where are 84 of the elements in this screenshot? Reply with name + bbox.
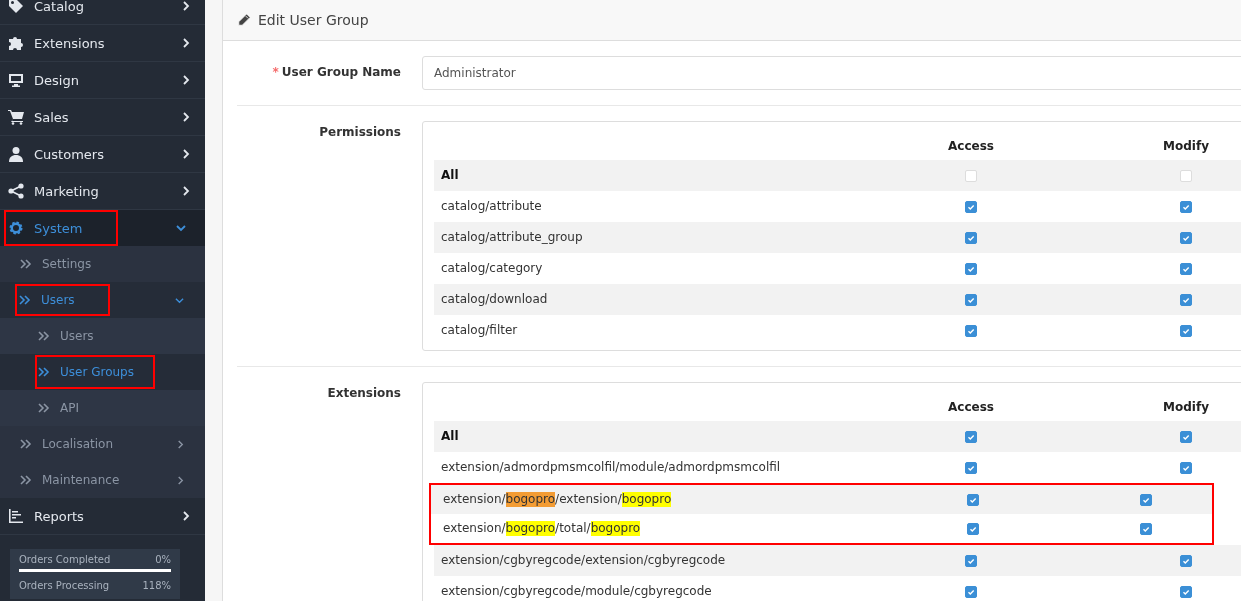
modify-checkbox[interactable]: [1180, 554, 1192, 567]
monitor-icon: [8, 72, 24, 88]
field-label: Permissions: [319, 125, 401, 139]
column-header: Access: [947, 138, 995, 153]
permission-name: catalog/category: [440, 261, 544, 276]
double-chevron-icon: [38, 331, 50, 341]
modify-checkbox[interactable]: [1180, 430, 1192, 443]
sidebar-item[interactable]: Extensions: [0, 25, 205, 61]
permission-name: All: [440, 168, 460, 183]
stat-label: Orders Completed: [19, 554, 111, 565]
chevron-right-icon: [181, 1, 191, 11]
double-chevron-icon: [19, 295, 31, 305]
access-checkbox[interactable]: [965, 324, 977, 337]
submenu-item[interactable]: Localisation: [0, 428, 205, 460]
access-checkbox[interactable]: [965, 585, 977, 598]
chevron-down-icon: [175, 295, 184, 305]
permission-name: All: [440, 429, 460, 444]
panel-title: Edit User Group: [258, 12, 369, 28]
submenu-item[interactable]: API: [0, 391, 87, 425]
access-checkbox[interactable]: [967, 493, 979, 506]
submenu-item[interactable]: Maintenance: [0, 464, 205, 496]
permission-name: catalog/download: [440, 292, 549, 307]
double-chevron-icon: [38, 367, 50, 377]
permission-name: extension/cgbyregcode/module/cgbyregcode: [440, 584, 713, 599]
access-checkbox[interactable]: [965, 262, 977, 275]
share-icon: [8, 183, 24, 199]
sidebar-item[interactable]: Sales: [0, 99, 205, 135]
cart-icon: [8, 109, 24, 125]
field-label: Extensions: [327, 386, 401, 400]
column-header: Modify: [1162, 138, 1210, 153]
access-checkbox[interactable]: [965, 461, 977, 474]
access-checkbox[interactable]: [967, 522, 979, 535]
double-chevron-icon: [20, 475, 32, 485]
column-header: Modify: [1162, 399, 1210, 414]
sidebar-item[interactable]: Marketing: [0, 173, 205, 209]
chevron-right-icon: [176, 475, 185, 485]
permission-name: catalog/filter: [440, 323, 519, 338]
column-header: Access: [947, 399, 995, 414]
modify-checkbox[interactable]: [1180, 200, 1192, 213]
modify-checkbox[interactable]: [1180, 262, 1192, 275]
field-label: User Group Name: [281, 65, 401, 79]
chevron-down-icon: [176, 223, 186, 233]
puzzle-icon: [8, 35, 24, 51]
access-checkbox[interactable]: [965, 430, 977, 443]
access-checkbox[interactable]: [965, 200, 977, 213]
modify-checkbox[interactable]: [1180, 461, 1192, 474]
settings-icon: [8, 220, 24, 236]
modify-checkbox[interactable]: [1140, 522, 1152, 535]
access-checkbox[interactable]: [965, 554, 977, 567]
sidebar-item[interactable]: Design: [0, 62, 205, 98]
permission-name: catalog/attribute_group: [440, 230, 584, 245]
sidebar-item[interactable]: Customers: [0, 136, 205, 172]
permission-name: extension/cgbyregcode/extension/cgbyregcode: [440, 553, 727, 568]
submenu-item[interactable]: Users: [0, 319, 102, 353]
double-chevron-icon: [20, 439, 32, 449]
double-chevron-icon: [20, 259, 32, 269]
modify-checkbox[interactable]: [1180, 585, 1192, 598]
stat-label: Orders Processing: [19, 580, 110, 591]
chevron-right-icon: [181, 75, 191, 85]
group-name-field[interactable]: Administrator: [422, 56, 1241, 90]
chevron-right-icon: [176, 439, 185, 449]
sidebar-item[interactable]: Catalog: [0, 0, 205, 24]
chevron-right-icon: [181, 186, 191, 196]
sidebar-item[interactable]: Reports: [0, 498, 205, 534]
chevron-right-icon: [181, 511, 191, 521]
double-chevron-icon: [38, 403, 50, 413]
permission-name: catalog/attribute: [440, 199, 543, 214]
required-mark: *: [272, 65, 279, 79]
chevron-right-icon: [181, 38, 191, 48]
modify-checkbox[interactable]: [1140, 493, 1152, 506]
stat-value: 118%: [142, 580, 171, 591]
access-checkbox[interactable]: [965, 293, 977, 306]
modify-checkbox[interactable]: [1180, 231, 1192, 244]
bar-chart-icon: [8, 508, 24, 524]
modify-checkbox[interactable]: [1180, 293, 1192, 306]
modify-checkbox[interactable]: [1180, 324, 1192, 337]
user-icon: [8, 146, 24, 162]
access-checkbox[interactable]: [965, 231, 977, 244]
stat-value: 0%: [155, 554, 171, 565]
pencil-icon: [237, 13, 251, 27]
chevron-right-icon: [181, 149, 191, 159]
chevron-right-icon: [181, 112, 191, 122]
submenu-item[interactable]: Settings: [0, 248, 205, 280]
permission-name: extension/admordpmsmcolfil/module/admordpmsmcolfil: [440, 460, 782, 475]
